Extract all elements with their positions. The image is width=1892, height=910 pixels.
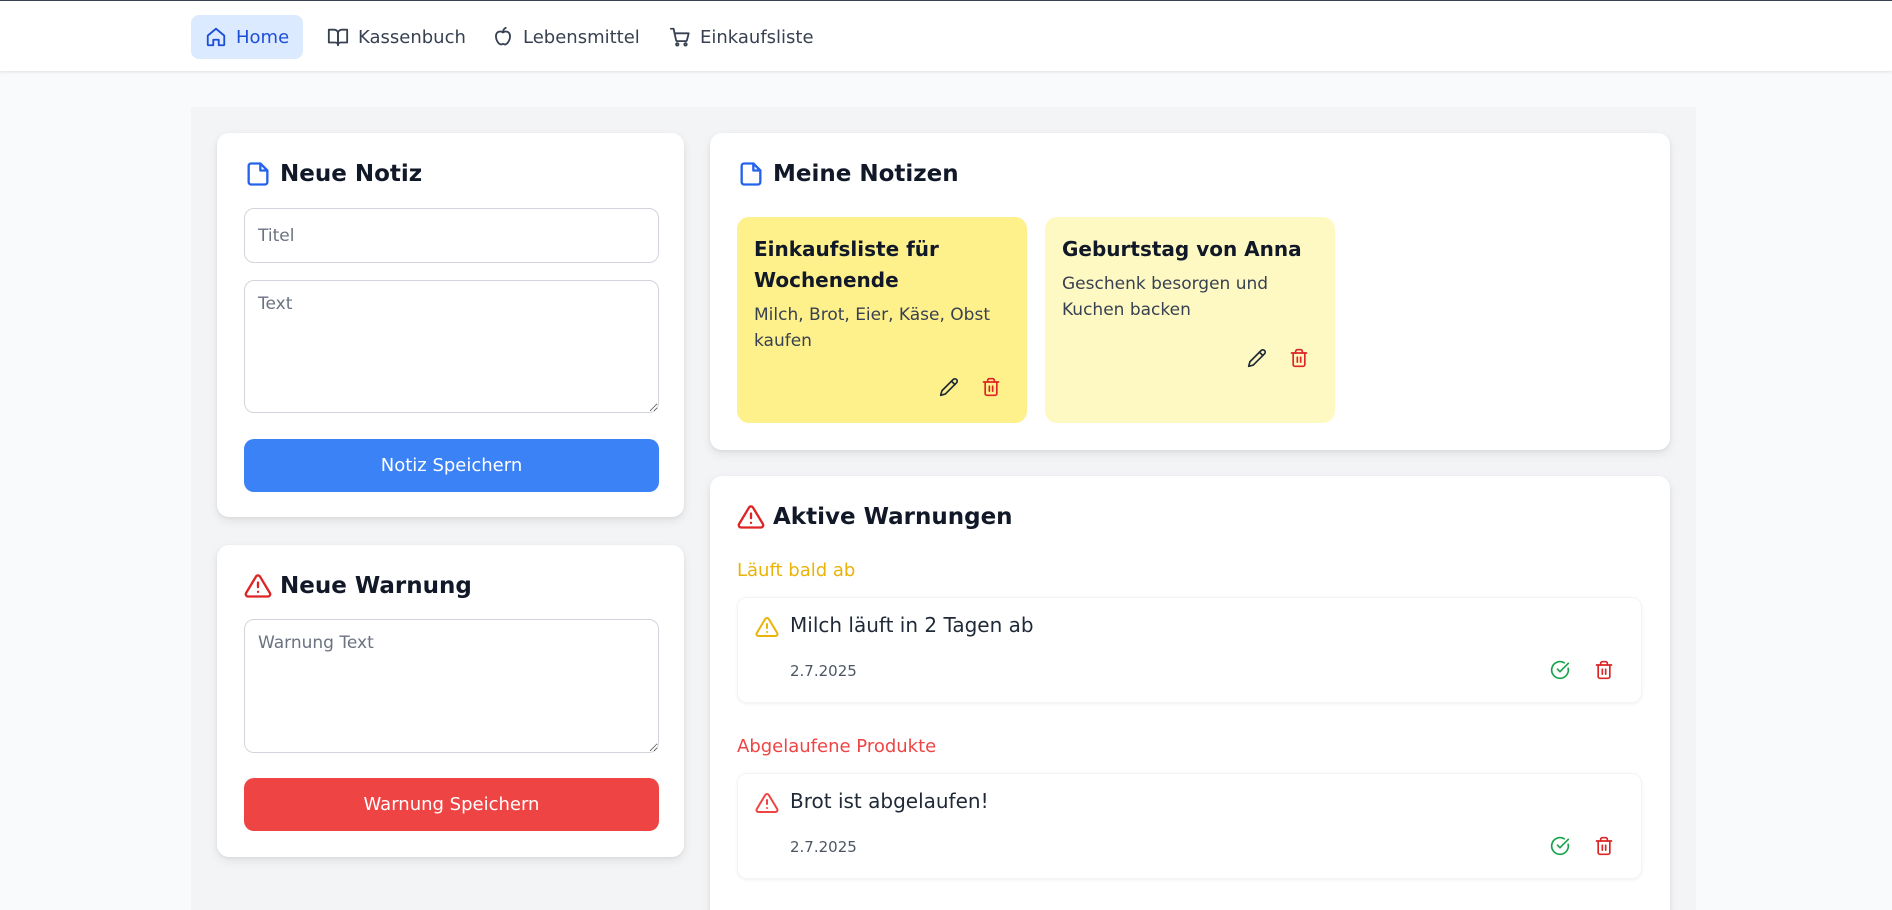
note-card[interactable]: Einkaufsliste für Wochenende Milch, Brot… <box>737 217 1027 423</box>
expiring-soon-label: Läuft bald ab <box>737 560 856 581</box>
active-warnings-title: Aktive Warnungen <box>737 503 1013 531</box>
nav-item-lebensmittel[interactable]: Lebensmittel <box>478 15 654 59</box>
nav-item-label: Lebensmittel <box>523 26 640 48</box>
my-notes-card: Meine Notizen Einkaufsliste für Wochenen… <box>710 133 1670 450</box>
note-title: Einkaufsliste für Wochenende <box>754 237 939 292</box>
warning-text: Milch läuft in 2 Tagen ab <box>790 613 1034 637</box>
active-warnings-card: Aktive Warnungen Läuft bald ab Milch läu… <box>710 476 1670 910</box>
new-warning-heading: Neue Warnung <box>280 573 472 599</box>
edit-pencil-icon[interactable] <box>1247 348 1267 368</box>
nav-item-home[interactable]: Home <box>191 15 304 59</box>
warning-item: Brot ist abgelaufen! 2.7.2025 <box>737 773 1642 879</box>
new-warning-title: Neue Warnung <box>244 572 472 600</box>
cart-icon <box>669 27 690 47</box>
nav-item-label: Home <box>236 26 290 48</box>
main-content: Neue Notiz Notiz Speichern Neue Warnung … <box>191 107 1696 910</box>
note-text-input[interactable] <box>244 280 659 413</box>
new-note-card: Neue Notiz Notiz Speichern <box>217 133 684 517</box>
save-warning-button[interactable]: Warnung Speichern <box>244 778 659 831</box>
my-notes-heading: Meine Notizen <box>773 161 959 187</box>
new-warning-card: Neue Warnung Warnung Speichern <box>217 545 684 857</box>
warning-item: Milch läuft in 2 Tagen ab 2.7.2025 <box>737 597 1642 703</box>
alert-triangle-icon <box>755 792 779 813</box>
save-note-button[interactable]: Notiz Speichern <box>244 439 659 492</box>
check-circle-icon[interactable] <box>1550 660 1570 680</box>
apple-icon <box>495 26 511 46</box>
delete-trash-icon[interactable] <box>1289 348 1309 368</box>
alert-triangle-icon <box>737 505 765 529</box>
warning-actions <box>1550 660 1614 680</box>
note-icon <box>740 162 762 186</box>
alert-triangle-icon <box>244 574 272 598</box>
warning-text: Brot ist abgelaufen! <box>790 789 989 813</box>
nav-item-label: Einkaufsliste <box>700 26 814 48</box>
warning-triangle-icon <box>755 616 779 637</box>
note-actions <box>1247 348 1309 368</box>
note-text: Geschenk besorgen und Kuchen backen <box>1062 274 1269 320</box>
check-circle-icon[interactable] <box>1550 836 1570 856</box>
new-note-heading: Neue Notiz <box>280 161 423 187</box>
book-icon <box>327 28 349 47</box>
note-title: Geburtstag von Anna <box>1062 237 1302 261</box>
my-notes-title: Meine Notizen <box>737 160 959 188</box>
new-note-title: Neue Notiz <box>244 160 422 188</box>
warning-text-input[interactable] <box>244 619 659 753</box>
home-icon <box>206 27 226 47</box>
note-card[interactable]: Geburtstag von Anna Geschenk besorgen un… <box>1045 217 1335 423</box>
note-actions <box>939 377 1001 397</box>
nav-item-label: Kassenbuch <box>358 26 466 48</box>
nav-item-einkaufsliste[interactable]: Einkaufsliste <box>655 15 828 59</box>
note-icon <box>247 162 269 186</box>
expired-products-label: Abgelaufene Produkte <box>737 736 937 757</box>
delete-trash-icon[interactable] <box>1594 660 1614 680</box>
delete-trash-icon[interactable] <box>981 377 1001 397</box>
nav-item-kassenbuch[interactable]: Kassenbuch <box>313 15 480 59</box>
note-text: Milch, Brot, Eier, Käse, Obst kaufen <box>754 305 990 351</box>
delete-trash-icon[interactable] <box>1594 836 1614 856</box>
warning-actions <box>1550 836 1614 856</box>
note-title-input[interactable] <box>244 208 659 263</box>
edit-pencil-icon[interactable] <box>939 377 959 397</box>
top-navbar: Home Kassenbuch Lebensmittel Einkaufslis… <box>0 0 1892 71</box>
active-warnings-heading: Aktive Warnungen <box>773 504 1013 530</box>
warning-date: 2.7.2025 <box>790 838 857 856</box>
warning-date: 2.7.2025 <box>790 662 857 680</box>
